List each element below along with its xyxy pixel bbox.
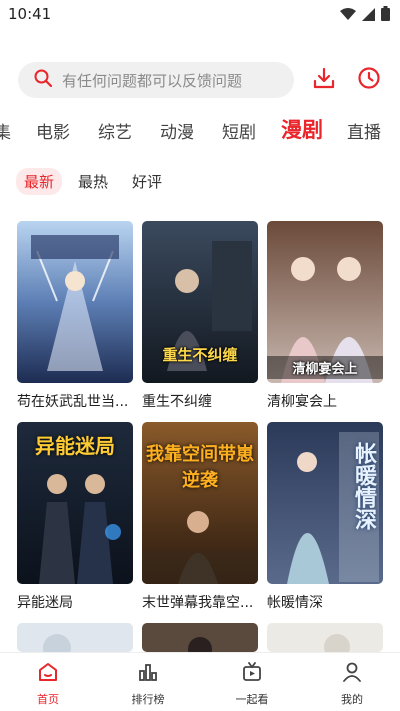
filter-top-rated[interactable]: 好评 (124, 168, 170, 195)
status-time: 10:41 (8, 5, 52, 23)
tab-movie[interactable]: 电影 (36, 118, 70, 143)
clock-icon (357, 66, 381, 94)
poster-image: 重生不纠缠 (142, 221, 258, 383)
nav-watch-together[interactable]: 一起看 (212, 661, 292, 707)
home-icon (37, 661, 59, 687)
download-button[interactable] (312, 66, 336, 94)
status-icons (340, 6, 390, 25)
poster-caption: 清柳宴会上 (267, 356, 383, 379)
poster-caption: 重生不纠缠 (162, 346, 238, 364)
poster-image: 帐暖情深 (267, 422, 383, 584)
nav-label: 我的 (341, 693, 363, 706)
poster-image: 我靠空间带崽逆袭 (142, 422, 258, 584)
poster-caption: 异能迷局 (35, 434, 115, 458)
tab-anime[interactable]: 动漫 (160, 118, 194, 143)
tv-icon (241, 661, 263, 687)
tab-live[interactable]: 直播 (347, 118, 381, 143)
card-title: 末世弹幕我靠空... (142, 595, 254, 611)
card-title: 异能迷局 (17, 595, 73, 611)
nav-profile[interactable]: 我的 (312, 661, 392, 707)
drama-card[interactable]: 重生不纠缠 重生不纠缠 (142, 221, 258, 411)
filter-latest[interactable]: 最新 (16, 168, 63, 195)
drama-card[interactable] (142, 623, 258, 652)
filter-hottest[interactable]: 最热 (70, 168, 116, 195)
poster-image: 异能迷局 (17, 422, 133, 584)
bar-chart-icon (137, 661, 159, 687)
nav-ranking[interactable]: 排行榜 (108, 661, 188, 707)
card-title: 苟在妖武乱世当... (17, 394, 129, 410)
poster-image (267, 623, 383, 652)
battery-icon (381, 6, 390, 25)
card-title: 清柳宴会上 (267, 394, 337, 410)
drama-card[interactable]: 异能迷局 异能迷局 (17, 422, 133, 612)
history-button[interactable] (357, 66, 381, 94)
poster-image (17, 623, 133, 652)
drama-card[interactable]: 帐暖情深 帐暖情深 (267, 422, 383, 612)
nav-label: 一起看 (235, 693, 269, 706)
bottom-navigation: 首页 排行榜 一起看 我的 (0, 652, 400, 711)
nav-label: 首页 (37, 693, 59, 706)
category-tabs: 集 电影 综艺 动漫 短剧 漫剧 直播 (0, 112, 400, 148)
signal-icon (362, 6, 375, 25)
poster-image: 清柳宴会上 (267, 221, 383, 383)
poster-caption: 帐暖情深 (351, 442, 376, 530)
poster-image (142, 623, 258, 652)
drama-card[interactable]: 清柳宴会上 清柳宴会上 (267, 221, 383, 411)
nav-home[interactable]: 首页 (8, 661, 88, 707)
nav-label: 排行榜 (131, 693, 165, 706)
search-input[interactable]: 有任何问题都可以反馈问题 (18, 62, 294, 98)
search-row: 有任何问题都可以反馈问题 (0, 60, 400, 100)
card-title: 重生不纠缠 (142, 394, 212, 410)
tab-short-drama[interactable]: 短剧 (222, 118, 256, 143)
card-title: 帐暖情深 (267, 595, 323, 611)
filter-row: 最新 最热 好评 (16, 168, 170, 195)
poster-image (17, 221, 133, 383)
user-icon (341, 661, 363, 687)
search-placeholder: 有任何问题都可以反馈问题 (62, 71, 243, 90)
search-icon (34, 69, 53, 91)
download-icon (312, 66, 336, 94)
drama-card[interactable]: 我靠空间带崽逆袭 末世弹幕我靠空... (142, 422, 258, 612)
tab-variety[interactable]: 综艺 (98, 118, 132, 143)
drama-card[interactable]: 苟在妖武乱世当... (17, 221, 133, 411)
tab-comic-drama[interactable]: 漫剧 (281, 114, 323, 144)
drama-card[interactable] (17, 623, 133, 652)
poster-caption: 我靠空间带崽逆袭 (146, 444, 254, 491)
drama-card[interactable] (267, 623, 383, 652)
tab-series[interactable]: 集 (0, 118, 11, 143)
wifi-icon (340, 6, 356, 25)
status-bar: 10:41 (0, 0, 400, 30)
